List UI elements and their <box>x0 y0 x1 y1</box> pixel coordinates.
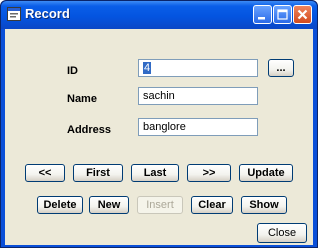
minimize-button[interactable] <box>253 5 272 24</box>
close-window-button[interactable] <box>293 5 312 24</box>
browse-id-button[interactable]: ... <box>268 59 294 77</box>
record-window: Record ID Name Address 4 ... sachin bang… <box>0 0 318 248</box>
address-field[interactable]: banglore <box>138 118 258 136</box>
name-label: Name <box>67 93 97 105</box>
insert-button[interactable]: Insert <box>137 196 183 214</box>
address-label: Address <box>67 124 112 136</box>
form-body: ID Name Address 4 ... sachin banglore <<… <box>5 29 313 245</box>
browse-label: ... <box>276 62 286 74</box>
close-icon <box>297 9 308 20</box>
close-button[interactable]: Close <box>257 223 307 243</box>
previous-button[interactable]: << <box>25 164 65 182</box>
first-button[interactable]: First <box>73 164 123 182</box>
maximize-button[interactable] <box>273 5 292 24</box>
window-title: Record <box>25 6 70 21</box>
delete-button[interactable]: Delete <box>37 196 83 214</box>
next-button[interactable]: >> <box>187 164 231 182</box>
name-field[interactable]: sachin <box>138 87 258 105</box>
show-button[interactable]: Show <box>241 196 287 214</box>
last-button[interactable]: Last <box>131 164 179 182</box>
maximize-icon <box>277 9 288 20</box>
id-label: ID <box>67 65 78 77</box>
clear-button[interactable]: Clear <box>191 196 233 214</box>
title-bar[interactable]: Record <box>1 1 317 29</box>
update-button[interactable]: Update <box>239 164 293 182</box>
id-value: 4 <box>143 62 152 74</box>
form-icon <box>7 7 21 21</box>
new-button[interactable]: New <box>89 196 129 214</box>
id-field[interactable]: 4 <box>138 59 258 77</box>
minimize-icon <box>258 17 265 20</box>
